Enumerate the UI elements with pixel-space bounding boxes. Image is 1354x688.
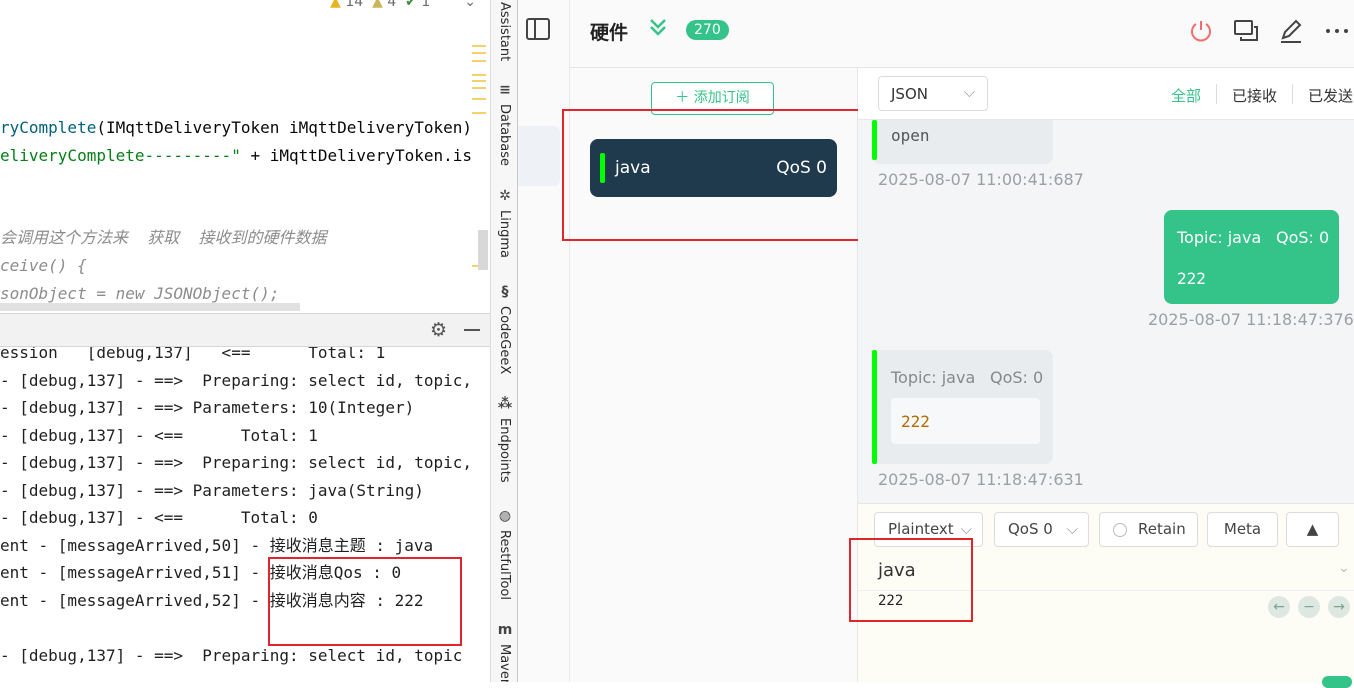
database-icon: ≡ bbox=[499, 82, 511, 98]
message-qos: QoS: 0 bbox=[1276, 228, 1330, 247]
tool-window-label: Database bbox=[497, 104, 512, 167]
plus-icon: ＋ bbox=[675, 90, 690, 106]
tool-window-label: Lingma bbox=[497, 210, 512, 258]
message-payload: 222 bbox=[901, 412, 930, 431]
message-payload: open bbox=[891, 126, 930, 145]
code-line: ceive() { bbox=[0, 256, 87, 275]
payload-format-select[interactable]: JSON ⌵ bbox=[878, 76, 988, 111]
message-list[interactable]: open 2025-08-07 11:00:41:687 Topic: java… bbox=[858, 120, 1354, 503]
message-payload-box: 222 bbox=[891, 398, 1040, 444]
retain-toggle[interactable]: Retain bbox=[1099, 512, 1198, 547]
log-line: ent - [messageArrived,50] - 接收消息主题 : jav… bbox=[0, 535, 434, 555]
log-line: - [debug,137] - ==> Preparing: select id… bbox=[0, 645, 463, 665]
lingma-icon: ✲ bbox=[499, 188, 511, 204]
log-line: - [debug,137] - <== Total: 1 bbox=[0, 425, 318, 445]
gear-icon[interactable]: ⚙ bbox=[430, 319, 447, 341]
highlight-box-subscription bbox=[562, 109, 875, 241]
message-timestamp: 2025-08-07 11:18:47:631 bbox=[878, 470, 1084, 489]
highlight-box-console bbox=[268, 557, 462, 646]
meta-button[interactable]: Meta bbox=[1207, 512, 1278, 547]
message-item-sent: Topic: java QoS: 0 222 bbox=[1164, 210, 1339, 304]
minimize-icon[interactable] bbox=[464, 329, 480, 331]
message-color-bar bbox=[872, 120, 877, 160]
log-line: ession [debug,137] <== Total: 1 bbox=[0, 347, 386, 362]
chevrons-down-icon[interactable] bbox=[648, 15, 668, 42]
message-timestamp: 2025-08-07 11:00:41:687 bbox=[878, 170, 1084, 189]
message-toolbar: JSON ⌵ 全部 已接收 已发送 bbox=[858, 68, 1354, 120]
radio-icon bbox=[1113, 523, 1127, 537]
tool-window-endpoints[interactable]: ⁂ Endpoints bbox=[492, 396, 517, 496]
warning-count: 14 bbox=[345, 0, 364, 10]
message-count-badge: 270 bbox=[686, 20, 729, 40]
connection-list-item-selected[interactable] bbox=[518, 126, 560, 186]
collapse-button[interactable]: ▲ bbox=[1286, 512, 1339, 547]
chevron-down-icon: ⌵ bbox=[1066, 520, 1078, 538]
power-icon[interactable] bbox=[1188, 18, 1214, 44]
log-line: - [debug,137] - <== Total: 0 bbox=[0, 508, 318, 527]
codegeex-icon: § bbox=[501, 284, 509, 300]
connection-list bbox=[518, 0, 570, 682]
message-qos: QoS: 0 bbox=[990, 368, 1044, 387]
chat-icon[interactable] bbox=[1233, 18, 1259, 44]
tool-window-label: Endpoints bbox=[497, 418, 512, 483]
restfultool-icon: ◍ bbox=[498, 508, 512, 524]
message-payload: 222 bbox=[1177, 269, 1206, 288]
chevron-up-icon[interactable]: ⌃ bbox=[444, 0, 456, 10]
ok-count: 1 bbox=[421, 0, 431, 10]
qos-select[interactable]: QoS 0 ⌵ bbox=[994, 512, 1089, 547]
editor-scrollbar[interactable] bbox=[478, 230, 488, 270]
arrow-right-icon[interactable]: → bbox=[1328, 596, 1350, 618]
tool-window-codegeex[interactable]: § CodeGeeX bbox=[492, 284, 517, 384]
tool-window-database[interactable]: ≡ Database bbox=[492, 82, 517, 182]
edit-icon[interactable] bbox=[1278, 18, 1304, 44]
minus-icon[interactable]: − bbox=[1298, 596, 1320, 618]
arrow-left-icon[interactable]: ← bbox=[1268, 596, 1290, 618]
code-line: sonObject = new JSONObject(); bbox=[0, 284, 280, 303]
chevron-down-icon[interactable]: ⌄ bbox=[1338, 560, 1350, 576]
filter-all[interactable]: 全部 bbox=[1171, 85, 1201, 106]
check-icon: ✔ bbox=[405, 0, 417, 10]
connection-header: 硬件 270 bbox=[526, 0, 1354, 68]
more-icon[interactable] bbox=[1324, 18, 1350, 44]
code-line: 会调用这个方法来 获取 接收到的硬件数据 bbox=[0, 228, 327, 247]
chevron-down-icon: ⌵ bbox=[963, 83, 975, 101]
filter-sent[interactable]: 已发送 bbox=[1308, 85, 1353, 106]
tool-window-strip: Assistant ≡ Database ✲ Lingma § CodeGeeX ⁂ Endpo… bbox=[490, 0, 518, 682]
tool-window-label: Assistant bbox=[497, 2, 512, 62]
message-item-received: Topic: java QoS: 0 222 bbox=[872, 350, 1053, 464]
connection-name: 硬件 bbox=[590, 22, 629, 44]
weak-warning-count: 4 bbox=[387, 0, 397, 10]
weak-warning-icon: ▲ bbox=[372, 0, 383, 10]
message-item-received: open bbox=[872, 120, 1053, 164]
log-line: - [debug,137] - ==> Preparing: select id… bbox=[0, 453, 473, 472]
code-editor[interactable]: ▲ 14 ▲ 4 ✔ 1 ⌃ ⌄ ryComplete(IMqttDeliver… bbox=[0, 0, 490, 313]
tool-window-label: Maven bbox=[497, 644, 512, 682]
tool-window-label: CodeGeeX bbox=[497, 306, 512, 375]
tool-window-restfultool[interactable]: ◍ RestfulTool bbox=[492, 508, 517, 608]
console-toolbar: ⚙ bbox=[0, 313, 490, 347]
message-topic: Topic: java bbox=[891, 368, 976, 387]
maven-icon: m bbox=[497, 622, 513, 638]
triangle-up-icon: ▲ bbox=[1306, 520, 1319, 538]
tool-window-maven[interactable]: m Maven bbox=[492, 622, 517, 682]
tool-window-lingma[interactable]: ✲ Lingma bbox=[492, 188, 517, 288]
message-timestamp: 2025-08-07 11:18:47:376 bbox=[1148, 310, 1354, 329]
filter-received[interactable]: 已接收 bbox=[1232, 85, 1277, 106]
warning-icon: ▲ bbox=[330, 0, 341, 10]
log-line: - [debug,137] - ==> Parameters: java(Str… bbox=[0, 480, 424, 500]
endpoints-icon: ⁂ bbox=[497, 396, 513, 412]
message-topic: Topic: java bbox=[1177, 228, 1262, 247]
message-color-bar bbox=[872, 350, 877, 464]
inspection-widget[interactable]: ▲ 14 ▲ 4 ✔ 1 ⌃ ⌄ bbox=[330, 0, 476, 10]
send-button[interactable] bbox=[1322, 676, 1352, 688]
highlight-box-publish bbox=[849, 538, 973, 622]
log-line: - [debug,137] - ==> Preparing: select id… bbox=[0, 370, 473, 390]
log-line: - [debug,137] - ==> Parameters: 10(Integ… bbox=[0, 398, 415, 417]
sidebar-toggle-icon[interactable] bbox=[526, 18, 550, 40]
chevron-down-icon[interactable]: ⌄ bbox=[464, 0, 476, 10]
code-line: ryComplete(IMqttDeliveryToken iMqttDeliv… bbox=[0, 118, 473, 137]
tool-window-label: RestfulTool bbox=[497, 530, 512, 600]
editor-hscrollbar[interactable] bbox=[0, 303, 300, 311]
code-line: eliveryComplete---------" + iMqttDeliver… bbox=[0, 146, 473, 165]
